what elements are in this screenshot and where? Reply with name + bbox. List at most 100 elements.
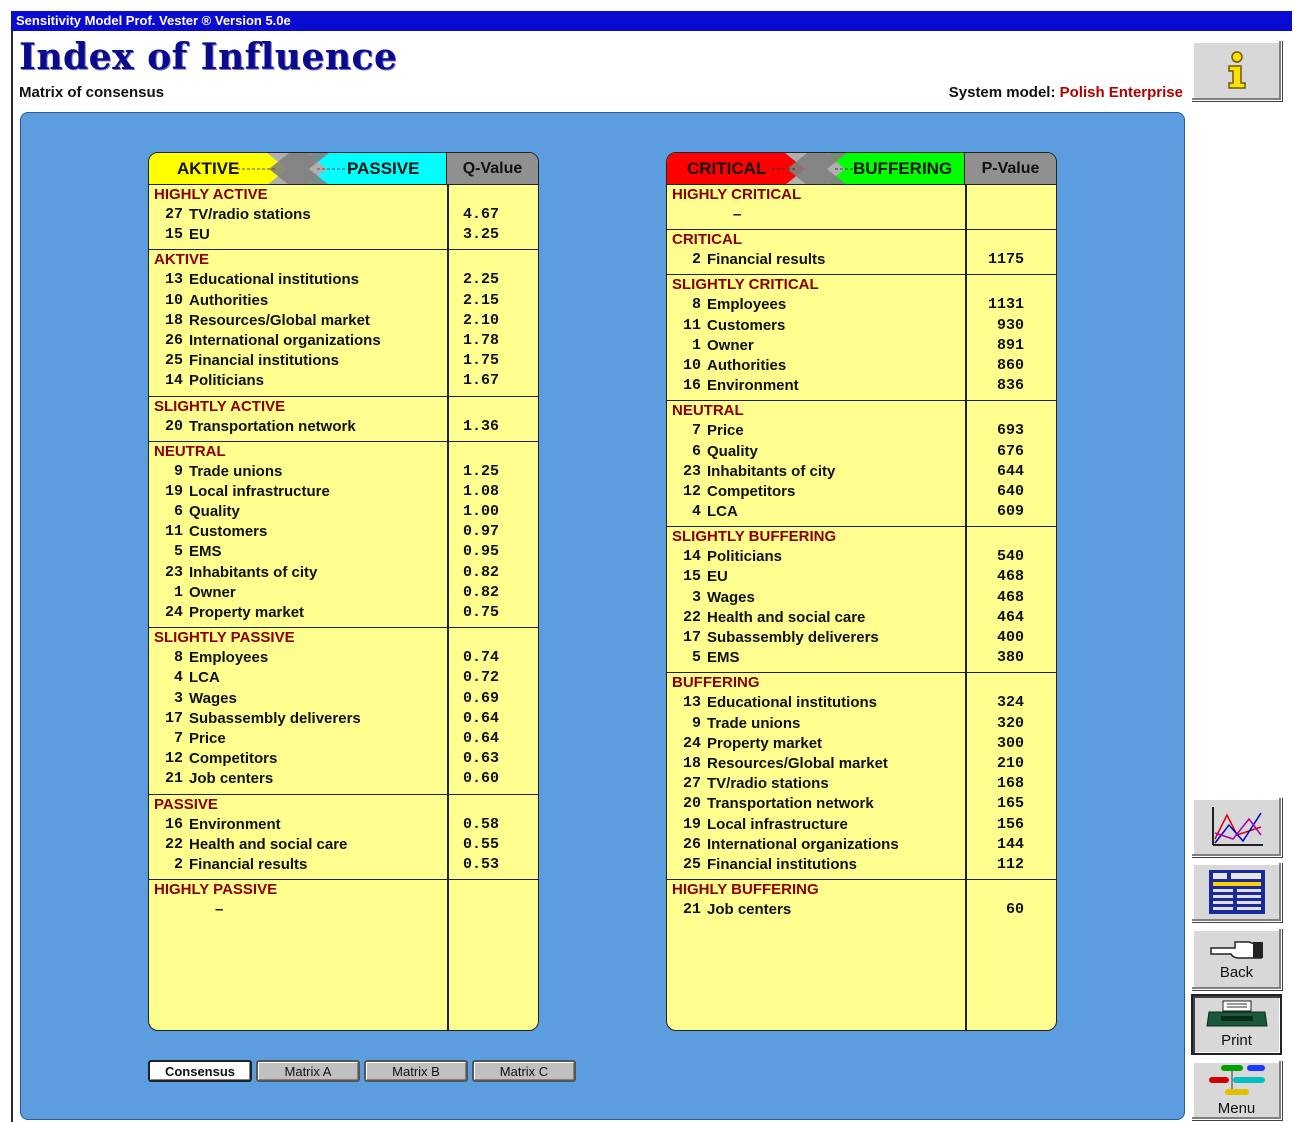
table-row: 21 Job centers 60 (667, 900, 1056, 920)
table-section: SLIGHTLY BUFFERING 14 Politicians 540 15 EU 46… (667, 527, 1056, 674)
info-button[interactable] (1191, 40, 1282, 101)
variable-number: 7 (691, 422, 701, 440)
variable-value: 0.82 (463, 563, 500, 581)
table-row: 1 Owner 0.82 (149, 583, 538, 603)
table-row: 27 TV/radio stations 4.67 (149, 205, 538, 225)
tab-matrix-b[interactable]: Matrix B (364, 1060, 468, 1082)
variable-number: 22 (164, 835, 183, 853)
variable-number: 27 (164, 206, 183, 223)
variable-number: 4 (173, 669, 183, 687)
variable-value: 0.55 (463, 835, 500, 853)
variable-value: 930 (996, 316, 1024, 334)
info-icon (1227, 50, 1246, 89)
section-title: HIGHLY CRITICAL (672, 186, 802, 203)
variable-value: 0.95 (463, 543, 500, 561)
table-row: 11 Customers 0.97 (149, 522, 538, 542)
table-row: 16 Environment 836 (667, 376, 1056, 396)
variable-number: 5 (691, 649, 701, 667)
variable-value: 860 (996, 356, 1024, 374)
variable-number: 24 (682, 734, 701, 752)
variable-name: Wages (189, 689, 237, 707)
variable-value: 168 (996, 775, 1024, 793)
critical-buffering-sections: HIGHLY CRITICAL – CRITICAL 2 Financial resul… (667, 185, 1056, 924)
table-row: 15 EU 468 (667, 567, 1056, 587)
passive-header-label: PASSIVE (347, 159, 420, 178)
q-value-header: Q-Value (447, 153, 538, 184)
variable-name: Employees (189, 649, 269, 667)
table-row: 16 Environment 0.58 (149, 815, 538, 835)
variable-number: 14 (682, 548, 701, 566)
tab-matrix-a[interactable]: Matrix A (256, 1060, 360, 1082)
table-section: SLIGHTLY PASSIVE 8 Employees 0.74 4 LCA 0.72 3 W… (149, 628, 538, 795)
variable-number: 6 (173, 503, 183, 521)
back-button[interactable]: Back (1191, 928, 1282, 990)
variable-number: 13 (164, 271, 183, 289)
table-row: 21 Job centers 0.60 (149, 769, 538, 789)
variable-name: Local infrastructure (189, 482, 330, 500)
variable-number: 24 (164, 604, 183, 621)
variable-name: Wages (707, 588, 755, 606)
variable-number: 3 (691, 588, 701, 606)
variable-number: 10 (164, 291, 183, 309)
table-section: HIGHLY ACTIVE 27 TV/radio stations 4.67 15 EU… (149, 185, 538, 251)
back-label: Back (1219, 963, 1254, 981)
variable-value: 2.25 (463, 271, 500, 289)
variable-value: 320 (996, 714, 1024, 732)
section-title: NEUTRAL (672, 402, 744, 420)
variable-name: Quality (707, 442, 758, 460)
section-title: SLIGHTLY CRITICAL (672, 276, 819, 294)
table-section: PASSIVE 16 Environment 0.58 22 Health and soc… (149, 795, 538, 881)
variable-value: 1175 (987, 251, 1024, 269)
variable-value: 165 (996, 795, 1024, 813)
variable-value: 1.78 (463, 331, 500, 349)
variable-value: 3.25 (463, 226, 500, 244)
table-row: 18 Resources/Global market 210 (667, 754, 1056, 774)
menu-button[interactable]: Menu (1191, 1060, 1282, 1120)
table-row: 12 Competitors 0.63 (149, 749, 538, 769)
table-row: 10 Authorities 860 (667, 356, 1056, 376)
variable-value: 1.25 (463, 462, 500, 480)
tab-matrix-c[interactable]: Matrix C (472, 1060, 576, 1082)
variables-table-button[interactable] (1191, 862, 1282, 922)
print-button[interactable]: Print (1191, 994, 1282, 1055)
variable-value: 380 (996, 649, 1024, 667)
chart-button[interactable] (1191, 797, 1282, 857)
variable-number (667, 205, 707, 225)
section-title: CRITICAL (672, 231, 742, 249)
variable-name: Educational institutions (189, 271, 360, 289)
variable-name: – (215, 901, 224, 919)
page-subtitle: Matrix of consensus (19, 84, 165, 101)
section-title: NEUTRAL (154, 442, 226, 460)
variable-name: Inhabitants of city (707, 462, 836, 480)
variable-number: 2 (173, 855, 183, 873)
section-title: SLIGHTLY BUFFERING (672, 528, 837, 546)
table-row: 23 Inhabitants of city 0.82 (149, 563, 538, 583)
aktive-passive-header: AKTIVE PASSIVE (149, 153, 447, 184)
variable-value: 0.63 (463, 750, 500, 768)
variable-number: 23 (164, 563, 183, 581)
variable-name: Politicians (189, 372, 265, 390)
table-section: HIGHLY BUFFERING 21 Job centers 60 (667, 880, 1056, 924)
table-row: 22 Health and social care 0.55 (149, 835, 538, 855)
table-row: 13 Educational institutions 2.25 (149, 270, 538, 290)
tab-consensus[interactable]: Consensus (148, 1060, 252, 1082)
variable-number: 16 (682, 377, 701, 395)
table-row: 3 Wages 468 (667, 588, 1056, 608)
variable-number: 18 (164, 311, 183, 329)
variable-name: Resources/Global market (707, 754, 888, 772)
variable-value: 468 (996, 568, 1024, 586)
table-row: 9 Trade unions 320 (667, 714, 1056, 734)
variable-name: LCA (707, 503, 738, 521)
variable-number: 12 (164, 750, 183, 768)
print-label: Print (1221, 1032, 1252, 1049)
variable-name: Trade unions (707, 714, 801, 732)
variable-name: Financial results (707, 251, 826, 269)
